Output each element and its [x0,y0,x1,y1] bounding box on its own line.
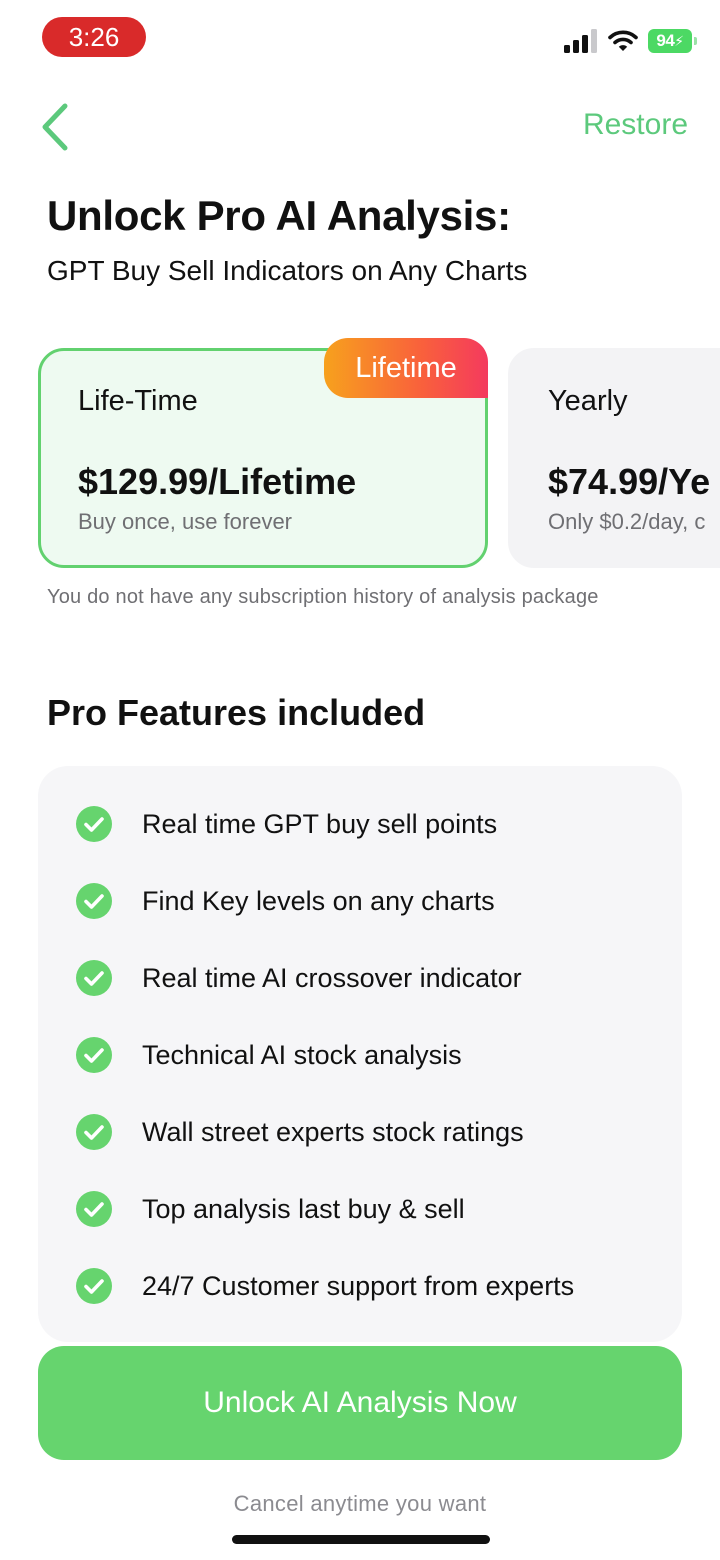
feature-item: Wall street experts stock ratings [76,1112,524,1152]
feature-label: Wall street experts stock ratings [142,1116,524,1147]
lifetime-badge: Lifetime [324,338,488,398]
feature-item: Top analysis last buy & sell [76,1189,465,1229]
status-icons: 94⚡ [564,26,697,56]
features-list: Real time GPT buy sell points Find Key l… [38,766,682,1342]
plan-price: $74.99/Ye [548,461,711,502]
plan-note: Only $0.2/day, c [548,509,706,534]
paywall-screen: 3:26 94⚡ Restore Unlock Pro AI Analysis:… [0,0,720,1560]
feature-label: Technical AI stock analysis [142,1039,462,1070]
page-title: Unlock Pro AI Analysis: [47,192,511,239]
check-circle-icon [76,806,112,842]
check-circle-icon [76,1268,112,1304]
feature-item: Find Key levels on any charts [76,881,495,921]
home-indicator[interactable] [232,1535,490,1544]
unlock-ai-analysis-button[interactable]: Unlock AI Analysis Now [38,1346,682,1460]
check-circle-icon [76,1191,112,1227]
features-title: Pro Features included [47,692,426,733]
subscription-history-note: You do not have any subscription history… [47,586,599,608]
check-circle-icon [76,1114,112,1150]
wifi-icon [608,30,638,51]
feature-label: Real time AI crossover indicator [142,962,522,993]
check-circle-icon [76,1037,112,1073]
restore-button[interactable]: Restore [583,108,688,142]
cancel-anytime-note: Cancel anytime you want [233,1491,487,1516]
feature-label: Top analysis last buy & sell [142,1193,465,1224]
check-circle-icon [76,883,112,919]
battery-level: 94 [656,31,675,50]
feature-label: Find Key levels on any charts [142,885,495,916]
signal-icon [564,29,598,53]
plan-card-yearly[interactable]: Yearly $74.99/Ye Only $0.2/day, c [508,348,720,568]
feature-item: Real time AI crossover indicator [76,958,522,998]
plan-name: Yearly [548,385,628,417]
feature-item: Technical AI stock analysis [76,1035,462,1075]
feature-label: Real time GPT buy sell points [142,808,498,839]
plan-name: Life-Time [78,385,198,417]
battery-icon: 94⚡ [648,29,697,53]
feature-label: 24/7 Customer support from experts [142,1270,575,1301]
check-circle-icon [76,960,112,996]
plan-note: Buy once, use forever [78,509,293,534]
plan-price: $129.99/Lifetime [78,461,357,502]
feature-item: Real time GPT buy sell points [76,804,497,844]
status-time: 3:26 [42,17,146,57]
chevron-left-icon[interactable] [36,100,76,154]
page-subtitle: GPT Buy Sell Indicators on Any Charts [47,255,528,286]
feature-item: 24/7 Customer support from experts [76,1266,574,1306]
